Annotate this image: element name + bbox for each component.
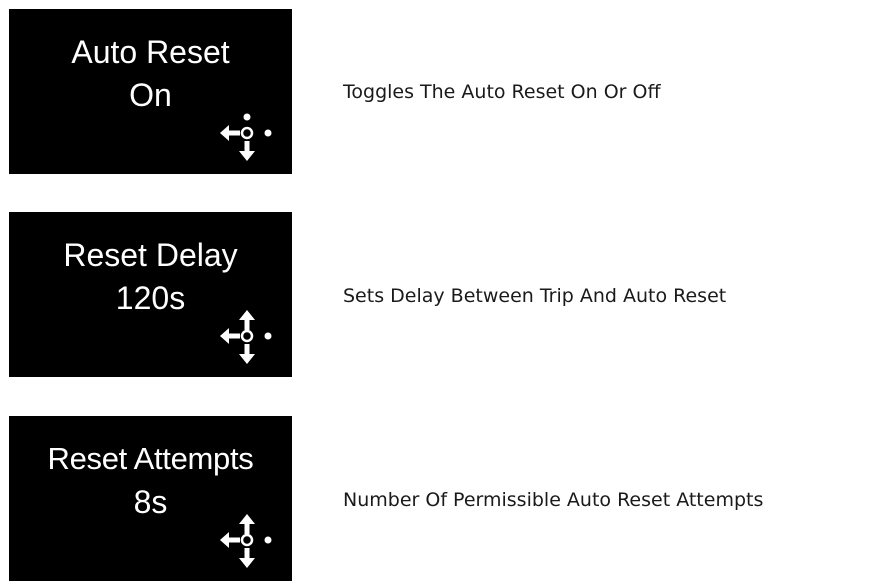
setting-description: Number Of Permissible Auto Reset Attempt… [343, 489, 764, 511]
setting-description: Toggles The Auto Reset On Or Off [343, 81, 661, 103]
screen-title: Reset Attempts [47, 441, 254, 476]
nav-four-way-icon [214, 512, 276, 578]
nav-four-way-icon [214, 308, 276, 374]
display-screen-auto-reset: Auto Reset On [9, 9, 292, 174]
display-screen-reset-attempts: Reset Attempts 8s [9, 416, 292, 581]
screen-title: Auto Reset [71, 34, 230, 70]
display-screen-reset-delay: Reset Delay 120s [9, 212, 292, 377]
nav-left-right-down-icon [214, 105, 276, 171]
screen-title: Reset Delay [63, 237, 238, 273]
setting-description: Sets Delay Between Trip And Auto Reset [343, 285, 727, 307]
